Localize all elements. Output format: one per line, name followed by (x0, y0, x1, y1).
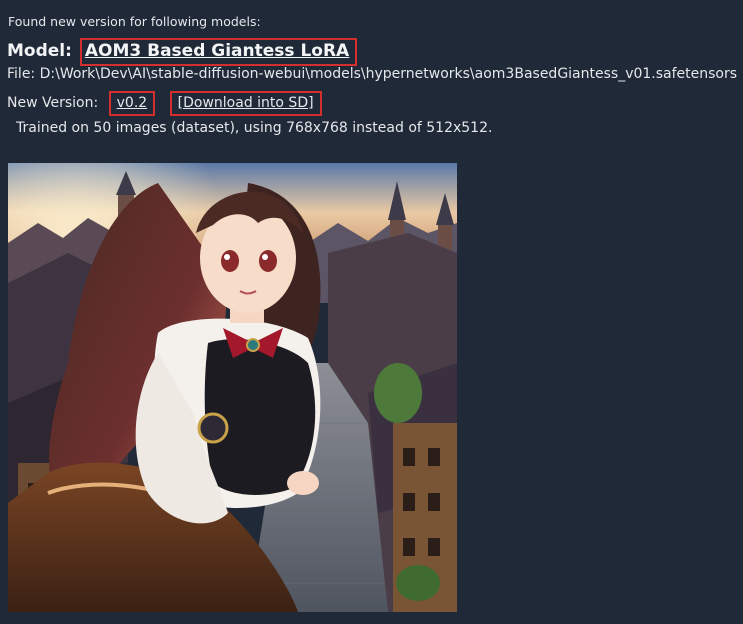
version-line: New Version: v0.2 [Download into SD] (7, 91, 322, 116)
model-name-link[interactable]: AOM3 Based Giantess LoRA (85, 41, 349, 61)
download-into-sd-link[interactable]: [Download into SD] (178, 95, 314, 111)
file-line: File: D:\Work\Dev\AI\stable-diffusion-we… (7, 66, 737, 82)
model-name-highlight: AOM3 Based Giantess LoRA (79, 38, 358, 66)
file-label: File: (7, 66, 36, 82)
new-version-label: New Version: (7, 95, 99, 111)
update-notice-panel: Found new version for following models: … (0, 0, 743, 624)
model-line: Model: AOM3 Based Giantess LoRA (7, 38, 358, 66)
new-version-highlight: v0.2 (108, 91, 156, 116)
model-preview-image (8, 163, 457, 612)
file-path: D:\Work\Dev\AI\stable-diffusion-webui\mo… (39, 66, 738, 82)
model-description: Trained on 50 images (dataset), using 76… (16, 120, 493, 136)
notice-header: Found new version for following models: (8, 14, 261, 29)
download-highlight: [Download into SD] (169, 91, 322, 116)
model-label: Model: (7, 41, 72, 61)
new-version-link[interactable]: v0.2 (117, 95, 148, 111)
